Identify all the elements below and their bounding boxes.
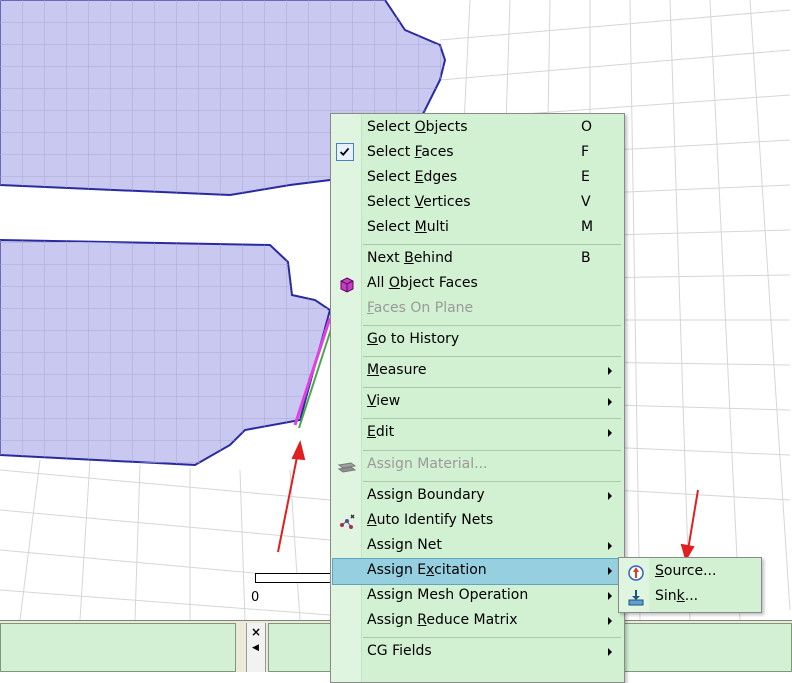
menu-item-measure[interactable]: Measure <box>333 359 622 384</box>
menu-item-label: CG Fields <box>367 643 432 659</box>
menu-item-label: Edit <box>367 424 395 440</box>
menu-separator <box>363 356 621 357</box>
material-icon <box>337 456 357 476</box>
menu-item-select-edges[interactable]: Select Edges E <box>333 166 622 191</box>
submenu-arrow-icon <box>608 542 612 550</box>
menu-item-view[interactable]: View <box>333 390 622 415</box>
menu-item-assign-mesh-operation[interactable]: Assign Mesh Operation <box>333 584 622 609</box>
nets-icon <box>337 512 357 532</box>
menu-item-label: Go to History <box>367 331 460 347</box>
menu-item-auto-identify-nets[interactable]: Auto Identify Nets <box>333 509 622 534</box>
submenu-arrow-icon <box>608 617 612 625</box>
menu-item-label: Assign Excitation <box>367 562 487 578</box>
menu-item-label: Faces On Plane <box>367 300 474 316</box>
menu-separator <box>363 450 621 451</box>
menu-item-label: Assign Net <box>367 537 442 553</box>
scale-zero-label: 0 <box>251 590 260 605</box>
submenu-arrow-icon <box>608 592 612 600</box>
scale-bar <box>255 573 331 583</box>
submenu-item-label: Source... <box>655 563 717 579</box>
menu-item-shortcut: O <box>581 119 593 135</box>
menu-item-assign-excitation[interactable]: Assign Excitation <box>332 558 623 585</box>
submenu-arrow-icon <box>608 429 612 437</box>
menu-item-label: Assign Mesh Operation <box>367 587 529 603</box>
annotation-arrow-source <box>680 489 699 562</box>
menu-item-shortcut: E <box>581 169 590 185</box>
menu-item-assign-net[interactable]: Assign Net <box>333 534 622 559</box>
menu-item-select-objects[interactable]: Select Objects O <box>333 116 622 141</box>
menu-item-label: Select Multi <box>367 219 449 235</box>
submenu-item-label: Sink... <box>655 588 699 604</box>
context-menu: Select Objects O Select Faces F Select Edges… <box>330 113 625 683</box>
menu-separator <box>363 325 621 326</box>
cube-icon <box>337 275 357 295</box>
menu-item-all-object-faces[interactable]: All Object Faces <box>333 272 622 297</box>
assign-excitation-submenu: Source... Sink... <box>618 557 762 613</box>
menu-item-label: Select Faces <box>367 144 454 160</box>
menu-item-next-behind[interactable]: Next Behind B <box>333 247 622 272</box>
menu-item-assign-reduce-matrix[interactable]: Assign Reduce Matrix <box>333 609 622 634</box>
menu-item-select-faces[interactable]: Select Faces F <box>333 141 622 166</box>
sink-icon <box>626 588 646 608</box>
menu-item-shortcut: M <box>581 219 594 235</box>
menu-item-go-to-history[interactable]: Go to History <box>333 328 622 353</box>
menu-item-label: View <box>367 393 401 409</box>
menu-item-label: Auto Identify Nets <box>367 512 494 528</box>
menu-item-shortcut: F <box>581 144 590 160</box>
submenu-arrow-icon <box>608 567 612 575</box>
menu-separator <box>363 481 621 482</box>
submenu-item-sink[interactable]: Sink... <box>621 585 759 610</box>
project-manager-panel[interactable] <box>0 623 236 672</box>
menu-item-select-multi[interactable]: Select Multi M <box>333 216 622 241</box>
menu-separator <box>363 244 621 245</box>
menu-item-label: Assign Boundary <box>367 487 485 503</box>
menu-item-edit[interactable]: Edit <box>333 421 622 446</box>
menu-item-assign-material: Assign Material... <box>333 453 622 478</box>
submenu-arrow-icon <box>608 492 612 500</box>
menu-item-faces-on-plane: Faces On Plane <box>333 297 622 322</box>
menu-item-assign-boundary[interactable]: Assign Boundary <box>333 484 622 509</box>
menu-item-label: Assign Material... <box>367 456 488 472</box>
menu-item-shortcut: V <box>581 194 591 210</box>
menu-item-label: Select Vertices <box>367 194 471 210</box>
menu-item-label: Next Behind <box>367 250 453 266</box>
collapse-arrow-icon[interactable]: ◀ <box>252 643 259 653</box>
submenu-item-source[interactable]: Source... <box>621 560 759 585</box>
menu-item-cg-fields[interactable]: CG Fields <box>333 640 622 665</box>
submenu-arrow-icon <box>608 398 612 406</box>
menu-item-label: All Object Faces <box>367 275 478 291</box>
close-icon[interactable]: × <box>251 625 261 639</box>
menu-separator <box>363 387 621 388</box>
submenu-arrow-icon <box>608 648 612 656</box>
menu-item-label: Measure <box>367 362 427 378</box>
menu-item-label: Assign Reduce Matrix <box>367 612 518 628</box>
menu-separator <box>363 637 621 638</box>
menu-separator <box>363 418 621 419</box>
menu-item-label: Select Objects <box>367 119 468 135</box>
menu-item-select-vertices[interactable]: Select Vertices V <box>333 191 622 216</box>
submenu-arrow-icon <box>608 367 612 375</box>
menu-item-label: Select Edges <box>367 169 458 185</box>
panel-splitter[interactable]: × ◀ <box>246 623 266 672</box>
source-icon <box>626 563 646 583</box>
menu-item-shortcut: B <box>581 250 591 266</box>
checkmark-icon <box>336 143 354 161</box>
